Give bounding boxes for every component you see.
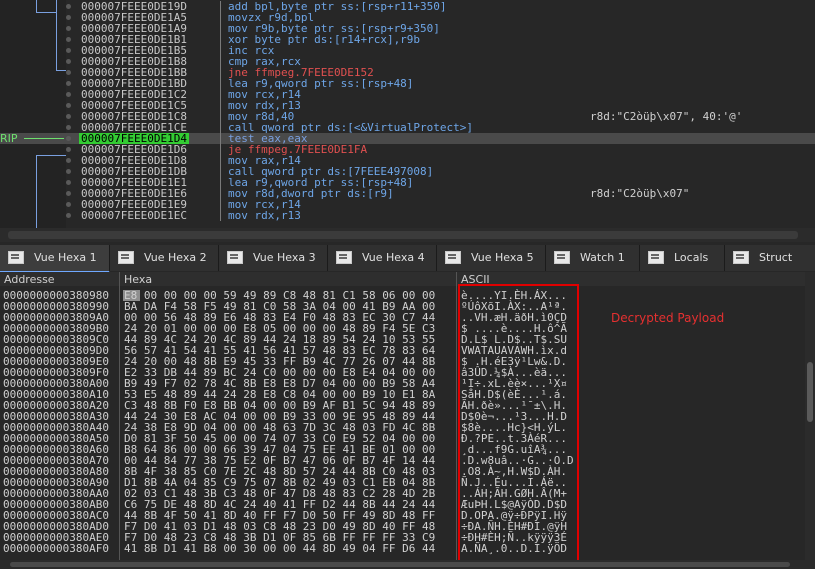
tab-vue-hexa-2[interactable]: dump-icon Vue Hexa 2 bbox=[110, 245, 219, 271]
scroll-thumb[interactable] bbox=[807, 362, 813, 422]
column-separator bbox=[220, 122, 221, 133]
hex-header: Addresse Hexa ASCII bbox=[0, 272, 805, 286]
column-separator bbox=[220, 111, 221, 122]
watch-icon: watch-icon bbox=[554, 251, 570, 264]
tab-label: Watch 1 bbox=[580, 251, 625, 264]
breakpoint-dot[interactable] bbox=[66, 59, 71, 64]
tab-vue-hexa-3[interactable]: dump-icon Vue Hexa 3 bbox=[219, 245, 328, 271]
disasm-hscroll-thumb[interactable] bbox=[8, 231, 798, 239]
struct-icon: struct-icon bbox=[733, 251, 749, 264]
hex-column-header[interactable]: Hexa bbox=[124, 273, 152, 286]
column-separator bbox=[220, 78, 221, 89]
tab-label: Vue Hexa 1 bbox=[34, 251, 97, 264]
breakpoint-dot[interactable] bbox=[66, 81, 71, 86]
dump-icon: dump-icon bbox=[336, 251, 352, 264]
locals-icon: locals-icon bbox=[648, 251, 664, 264]
instruction-text: mov rdx,r13 bbox=[228, 209, 301, 222]
instruction-comment: r8d:"C2òüþ\x07" bbox=[590, 187, 690, 200]
instruction-address: 000007FEEE0DE1EC bbox=[81, 209, 187, 222]
breakpoint-dot[interactable] bbox=[66, 48, 71, 53]
hex-row-address: 0000000000380AF0 bbox=[3, 542, 109, 555]
column-separator bbox=[220, 12, 221, 23]
tab-vue-hexa-1[interactable]: dump-icon Vue Hexa 1 bbox=[0, 245, 110, 273]
hex-vertical-scrollbar[interactable] bbox=[805, 272, 815, 560]
breakpoint-dot[interactable] bbox=[66, 191, 71, 196]
instruction-row[interactable]: 000007FEEE0DE1EC mov rdx,r13 bbox=[0, 210, 815, 221]
column-separator bbox=[220, 34, 221, 45]
instruction-comment: r8d:"C2òüþ\x07", 40:'@' bbox=[590, 110, 743, 123]
column-separator bbox=[220, 23, 221, 34]
tab-vue-hexa-4[interactable]: dump-icon Vue Hexa 4 bbox=[328, 245, 437, 271]
hex-row-bytes[interactable]: 41 8B D1 41 B8 00 30 00 00 44 8D 49 04 F… bbox=[124, 543, 435, 554]
breakpoint-dot[interactable] bbox=[66, 114, 71, 119]
breakpoint-dot[interactable] bbox=[66, 147, 71, 152]
column-separator bbox=[220, 199, 221, 210]
tab-watch-1[interactable]: watch-icon Watch 1 bbox=[546, 245, 640, 271]
dump-icon: dump-icon bbox=[8, 251, 24, 264]
column-separator bbox=[220, 45, 221, 56]
dump-icon: dump-icon bbox=[445, 251, 461, 264]
tab-label: Vue Hexa 2 bbox=[144, 251, 207, 264]
rip-label: RIP bbox=[0, 132, 18, 145]
column-separator bbox=[220, 166, 221, 177]
column-separator bbox=[220, 155, 221, 166]
column-separator bbox=[220, 89, 221, 100]
tab-label: Vue Hexa 5 bbox=[471, 251, 534, 264]
column-divider bbox=[119, 272, 120, 560]
column-separator bbox=[220, 210, 221, 221]
scroll-thumb[interactable] bbox=[10, 562, 790, 567]
column-divider bbox=[456, 272, 457, 560]
column-separator bbox=[220, 100, 221, 111]
breakpoint-dot[interactable] bbox=[66, 158, 71, 163]
breakpoint-dot[interactable] bbox=[66, 125, 71, 130]
breakpoint-dot[interactable] bbox=[66, 180, 71, 185]
column-separator bbox=[220, 188, 221, 199]
ascii-highlight-box bbox=[458, 284, 579, 566]
pane-splitter[interactable] bbox=[0, 228, 815, 242]
breakpoint-dot[interactable] bbox=[66, 15, 71, 20]
decrypted-payload-annotation: Decrypted Payload bbox=[611, 311, 725, 325]
hex-horizontal-scrollbar[interactable] bbox=[0, 560, 815, 569]
dump-icon: dump-icon bbox=[118, 251, 134, 264]
bottom-tab-bar: dump-iconVue Hexa 1dump-iconVue Hexa 2du… bbox=[0, 245, 815, 273]
breakpoint-dot[interactable] bbox=[66, 92, 71, 97]
tab-label: Locals bbox=[674, 251, 709, 264]
column-separator bbox=[220, 144, 221, 155]
tab-struct[interactable]: struct-icon Struct bbox=[725, 245, 815, 271]
address-column-header[interactable]: Addresse bbox=[4, 273, 55, 286]
column-separator bbox=[220, 177, 221, 188]
tab-locals[interactable]: locals-icon Locals bbox=[640, 245, 725, 271]
column-separator bbox=[220, 133, 221, 144]
tab-vue-hexa-5[interactable]: dump-icon Vue Hexa 5 bbox=[437, 245, 546, 271]
breakpoint-dot[interactable] bbox=[66, 213, 71, 218]
breakpoint-dot[interactable] bbox=[66, 136, 71, 141]
tab-label: Struct bbox=[759, 251, 793, 264]
breakpoint-dot[interactable] bbox=[66, 169, 71, 174]
breakpoint-dot[interactable] bbox=[66, 4, 71, 9]
breakpoint-dot[interactable] bbox=[66, 202, 71, 207]
breakpoint-dot[interactable] bbox=[66, 103, 71, 108]
disassembly-view[interactable]: 000007FEEE0DE19D add bpl,byte ptr ss:[rsp… bbox=[0, 0, 815, 228]
column-separator bbox=[220, 1, 221, 12]
rip-pointer-line bbox=[24, 138, 64, 139]
breakpoint-dot[interactable] bbox=[66, 70, 71, 75]
tab-label: Vue Hexa 3 bbox=[253, 251, 316, 264]
column-separator bbox=[220, 67, 221, 78]
breakpoint-dot[interactable] bbox=[66, 26, 71, 31]
breakpoint-dot[interactable] bbox=[66, 37, 71, 42]
tab-label: Vue Hexa 4 bbox=[362, 251, 425, 264]
dump-icon: dump-icon bbox=[227, 251, 243, 264]
column-separator bbox=[220, 56, 221, 67]
